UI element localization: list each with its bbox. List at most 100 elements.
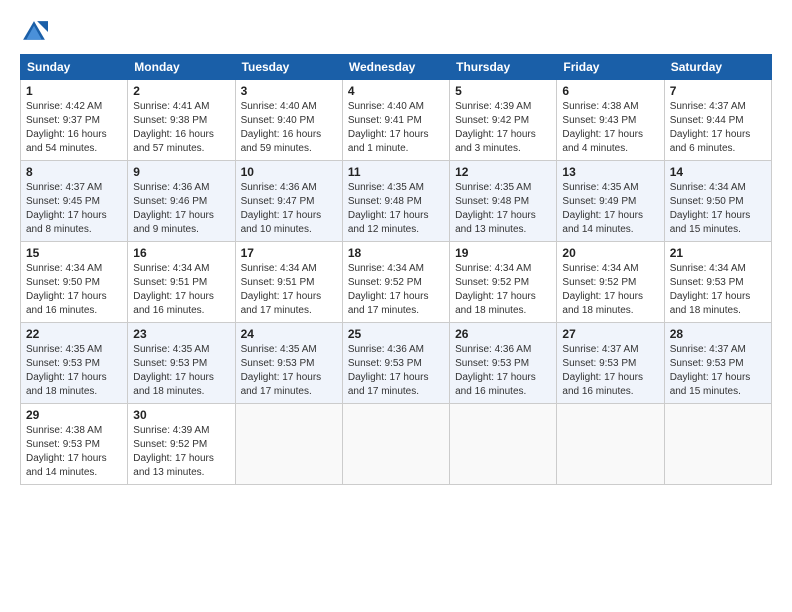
logo [20,18,52,46]
calendar-cell [664,404,771,485]
day-info: Sunrise: 4:35 AM Sunset: 9:48 PM Dayligh… [348,181,444,237]
calendar-cell: 21 Sunrise: 4:34 AM Sunset: 9:53 PM Dayli… [664,242,771,323]
calendar-cell: 6 Sunrise: 4:38 AM Sunset: 9:43 PM Daylig… [557,80,664,161]
logo-icon [20,18,48,46]
day-info: Sunrise: 4:35 AM Sunset: 9:48 PM Dayligh… [455,181,551,237]
day-info: Sunrise: 4:34 AM Sunset: 9:51 PM Dayligh… [133,262,229,318]
calendar-cell: 11 Sunrise: 4:35 AM Sunset: 9:48 PM Dayli… [342,161,449,242]
calendar-cell: 27 Sunrise: 4:37 AM Sunset: 9:53 PM Dayli… [557,323,664,404]
day-info: Sunrise: 4:38 AM Sunset: 9:53 PM Dayligh… [26,424,122,480]
day-number: 19 [455,246,551,260]
calendar-cell: 5 Sunrise: 4:39 AM Sunset: 9:42 PM Daylig… [450,80,557,161]
day-number: 18 [348,246,444,260]
calendar-cell: 15Sunrise: 4:34 AM Sunset: 9:50 PM Dayli… [21,242,128,323]
calendar-cell: 24 Sunrise: 4:35 AM Sunset: 9:53 PM Dayli… [235,323,342,404]
calendar-cell [450,404,557,485]
calendar-week-row: 15Sunrise: 4:34 AM Sunset: 9:50 PM Dayli… [21,242,772,323]
day-number: 22 [26,327,122,341]
calendar-header-wednesday: Wednesday [342,55,449,80]
day-number: 16 [133,246,229,260]
calendar-cell: 8Sunrise: 4:37 AM Sunset: 9:45 PM Daylig… [21,161,128,242]
calendar-cell: 20 Sunrise: 4:34 AM Sunset: 9:52 PM Dayli… [557,242,664,323]
day-number: 9 [133,165,229,179]
calendar-cell: 16 Sunrise: 4:34 AM Sunset: 9:51 PM Dayli… [128,242,235,323]
day-info: Sunrise: 4:34 AM Sunset: 9:52 PM Dayligh… [455,262,551,318]
day-number: 10 [241,165,337,179]
day-info: Sunrise: 4:39 AM Sunset: 9:42 PM Dayligh… [455,100,551,156]
day-number: 6 [562,84,658,98]
calendar-cell [342,404,449,485]
calendar-header-sunday: Sunday [21,55,128,80]
calendar-cell: 22 Sunrise: 4:35 AM Sunset: 9:53 PM Dayli… [21,323,128,404]
calendar-cell: 30Sunrise: 4:39 AM Sunset: 9:52 PM Dayli… [128,404,235,485]
day-number: 24 [241,327,337,341]
calendar-week-row: 8Sunrise: 4:37 AM Sunset: 9:45 PM Daylig… [21,161,772,242]
day-info: Sunrise: 4:41 AM Sunset: 9:38 PM Dayligh… [133,100,229,156]
calendar-cell: 2 Sunrise: 4:41 AM Sunset: 9:38 PM Daylig… [128,80,235,161]
day-number: 2 [133,84,229,98]
day-number: 7 [670,84,766,98]
day-info: Sunrise: 4:37 AM Sunset: 9:44 PM Dayligh… [670,100,766,156]
calendar-cell: 9 Sunrise: 4:36 AM Sunset: 9:46 PM Daylig… [128,161,235,242]
calendar-cell: 4Sunrise: 4:40 AM Sunset: 9:41 PM Daylig… [342,80,449,161]
day-number: 8 [26,165,122,179]
day-number: 21 [670,246,766,260]
day-number: 14 [670,165,766,179]
day-number: 17 [241,246,337,260]
day-info: Sunrise: 4:34 AM Sunset: 9:52 PM Dayligh… [348,262,444,318]
day-number: 12 [455,165,551,179]
day-info: Sunrise: 4:34 AM Sunset: 9:50 PM Dayligh… [670,181,766,237]
day-info: Sunrise: 4:34 AM Sunset: 9:52 PM Dayligh… [562,262,658,318]
calendar-cell: 19 Sunrise: 4:34 AM Sunset: 9:52 PM Dayli… [450,242,557,323]
day-info: Sunrise: 4:36 AM Sunset: 9:53 PM Dayligh… [348,343,444,399]
day-number: 13 [562,165,658,179]
day-number: 27 [562,327,658,341]
day-number: 1 [26,84,122,98]
day-info: Sunrise: 4:40 AM Sunset: 9:40 PM Dayligh… [241,100,337,156]
day-number: 26 [455,327,551,341]
day-info: Sunrise: 4:36 AM Sunset: 9:46 PM Dayligh… [133,181,229,237]
day-number: 5 [455,84,551,98]
calendar-cell: 23Sunrise: 4:35 AM Sunset: 9:53 PM Dayli… [128,323,235,404]
calendar-header-row: SundayMondayTuesdayWednesdayThursdayFrid… [21,55,772,80]
day-number: 15 [26,246,122,260]
calendar-cell: 29 Sunrise: 4:38 AM Sunset: 9:53 PM Dayli… [21,404,128,485]
day-number: 20 [562,246,658,260]
calendar-cell: 17 Sunrise: 4:34 AM Sunset: 9:51 PM Dayli… [235,242,342,323]
calendar-header-monday: Monday [128,55,235,80]
calendar-cell: 26 Sunrise: 4:36 AM Sunset: 9:53 PM Dayli… [450,323,557,404]
calendar-week-row: 22 Sunrise: 4:35 AM Sunset: 9:53 PM Dayli… [21,323,772,404]
day-number: 29 [26,408,122,422]
day-number: 23 [133,327,229,341]
header [20,18,772,46]
calendar-cell: 28 Sunrise: 4:37 AM Sunset: 9:53 PM Dayli… [664,323,771,404]
day-info: Sunrise: 4:36 AM Sunset: 9:53 PM Dayligh… [455,343,551,399]
calendar-table: SundayMondayTuesdayWednesdayThursdayFrid… [20,54,772,485]
day-info: Sunrise: 4:34 AM Sunset: 9:51 PM Dayligh… [241,262,337,318]
calendar-cell: 3Sunrise: 4:40 AM Sunset: 9:40 PM Daylig… [235,80,342,161]
calendar-cell: 1 Sunrise: 4:42 AM Sunset: 9:37 PM Daylig… [21,80,128,161]
calendar-cell: 10Sunrise: 4:36 AM Sunset: 9:47 PM Dayli… [235,161,342,242]
calendar-header-friday: Friday [557,55,664,80]
day-info: Sunrise: 4:37 AM Sunset: 9:53 PM Dayligh… [562,343,658,399]
day-info: Sunrise: 4:35 AM Sunset: 9:53 PM Dayligh… [26,343,122,399]
calendar-header-thursday: Thursday [450,55,557,80]
calendar-cell: 13 Sunrise: 4:35 AM Sunset: 9:49 PM Dayli… [557,161,664,242]
day-info: Sunrise: 4:34 AM Sunset: 9:53 PM Dayligh… [670,262,766,318]
calendar-week-row: 29 Sunrise: 4:38 AM Sunset: 9:53 PM Dayli… [21,404,772,485]
calendar-week-row: 1 Sunrise: 4:42 AM Sunset: 9:37 PM Daylig… [21,80,772,161]
day-number: 28 [670,327,766,341]
calendar-cell: 25Sunrise: 4:36 AM Sunset: 9:53 PM Dayli… [342,323,449,404]
day-info: Sunrise: 4:42 AM Sunset: 9:37 PM Dayligh… [26,100,122,156]
calendar-header-saturday: Saturday [664,55,771,80]
day-info: Sunrise: 4:35 AM Sunset: 9:53 PM Dayligh… [241,343,337,399]
day-number: 4 [348,84,444,98]
day-number: 11 [348,165,444,179]
day-info: Sunrise: 4:38 AM Sunset: 9:43 PM Dayligh… [562,100,658,156]
day-info: Sunrise: 4:37 AM Sunset: 9:53 PM Dayligh… [670,343,766,399]
calendar-cell [235,404,342,485]
day-info: Sunrise: 4:39 AM Sunset: 9:52 PM Dayligh… [133,424,229,480]
calendar-cell [557,404,664,485]
day-info: Sunrise: 4:35 AM Sunset: 9:49 PM Dayligh… [562,181,658,237]
calendar-cell: 18 Sunrise: 4:34 AM Sunset: 9:52 PM Dayli… [342,242,449,323]
